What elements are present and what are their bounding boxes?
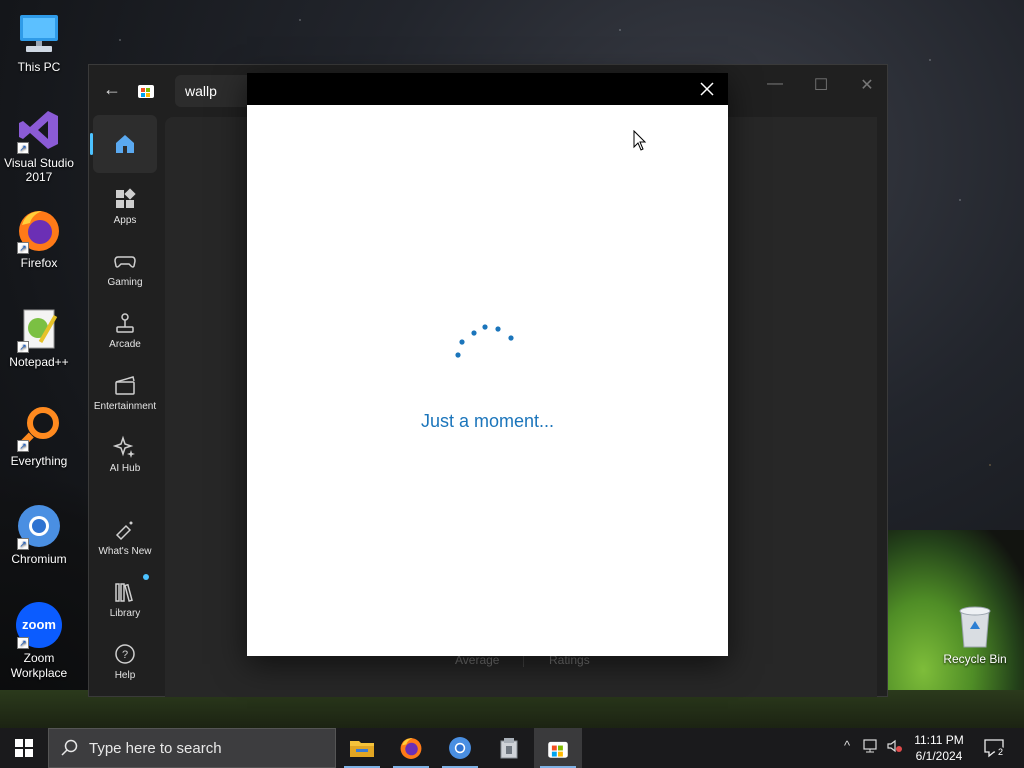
shortcut-arrow-icon: ↗	[17, 440, 29, 452]
mouse-cursor-icon	[633, 130, 647, 151]
nav-gaming[interactable]: Gaming	[93, 239, 157, 297]
start-button[interactable]	[0, 728, 48, 768]
desktop-icon-label: Recycle Bin	[943, 652, 1007, 666]
volume-muted-icon[interactable]	[885, 738, 905, 758]
clapperboard-icon	[115, 376, 135, 395]
microsoft-store-logo-icon	[138, 85, 154, 98]
maximize-button[interactable]: ☐	[809, 75, 833, 95]
shortcut-arrow-icon: ↗	[17, 341, 29, 353]
sparkle-icon	[113, 435, 135, 458]
nav-help[interactable]: ? Help	[93, 632, 157, 690]
notepad-plus-plus-icon: ↗	[15, 305, 63, 353]
firefox-icon	[400, 738, 422, 759]
system-clock[interactable]: 11:11 PM 6/1/2024	[906, 732, 972, 764]
taskbar-chromium[interactable]	[436, 728, 484, 768]
svg-text:?: ?	[122, 649, 128, 661]
desktop-icon-chromium[interactable]: ↗ Chromium	[0, 502, 78, 566]
network-icon[interactable]	[861, 738, 881, 758]
nav-label: Library	[109, 608, 141, 619]
desktop-icon-zoom[interactable]: zoom ↗ Zoom Workplace	[0, 601, 78, 681]
desktop-icon-label: Firefox	[20, 256, 58, 270]
loading-spinner-icon	[455, 324, 514, 358]
search-icon	[61, 739, 78, 756]
shortcut-arrow-icon: ↗	[17, 242, 29, 254]
desktop-icon-label: Zoom Workplace	[10, 651, 68, 680]
taskbar: Type here to search ^ 11:11 PM 6/1/2024 …	[0, 728, 1024, 768]
shortcut-arrow-icon: ↗	[17, 142, 29, 154]
desktop-icon-notepad-plus-plus[interactable]: ↗ Notepad++	[0, 305, 78, 369]
taskbar-microsoft-store[interactable]	[534, 728, 582, 768]
desktop-icon-label: Chromium	[11, 552, 67, 566]
taskbar-file-explorer[interactable]	[338, 728, 386, 768]
nav-label: AI Hub	[109, 463, 141, 474]
chevron-up-icon[interactable]: ^	[837, 738, 857, 758]
nav-ai-hub[interactable]: AI Hub	[93, 425, 157, 483]
file-explorer-icon	[350, 741, 374, 757]
search-placeholder: Type here to search	[89, 740, 222, 757]
zoom-icon: zoom ↗	[15, 601, 63, 649]
back-arrow-icon[interactable]: ←	[103, 79, 123, 99]
package-icon	[500, 738, 518, 759]
desktop-icon-recycle-bin[interactable]: Recycle Bin	[936, 602, 1014, 666]
recycle-bin-icon	[951, 602, 999, 650]
taskbar-search-box[interactable]: Type here to search	[48, 728, 336, 768]
desktop-icon-label: Notepad++	[9, 355, 69, 369]
taskbar-firefox[interactable]	[387, 728, 435, 768]
clock-time: 11:11 PM	[914, 733, 964, 747]
nav-label: Arcade	[109, 339, 141, 350]
visual-studio-icon: ↗	[15, 106, 63, 154]
chromium-icon	[449, 737, 471, 759]
nav-label: Help	[114, 670, 136, 681]
nav-whats-new[interactable]: What's New	[93, 508, 157, 566]
apps-icon	[116, 188, 136, 208]
nav-home[interactable]	[90, 115, 157, 173]
taskbar-package-app[interactable]	[485, 728, 533, 768]
clock-date: 6/1/2024	[915, 749, 963, 763]
library-update-badge	[143, 574, 149, 580]
home-icon	[116, 135, 134, 153]
nav-entertainment[interactable]: Entertainment	[93, 363, 157, 421]
nav-apps[interactable]: Apps	[93, 177, 157, 235]
joystick-icon	[116, 313, 134, 333]
megaphone-icon	[115, 521, 133, 541]
nav-label: Gaming	[107, 277, 143, 288]
desktop-icon-everything[interactable]: ↗ Everything	[0, 404, 78, 468]
library-icon	[115, 583, 133, 602]
desktop-icon-visual-studio[interactable]: ↗ Visual Studio 2017	[0, 106, 78, 184]
firefox-icon: ↗	[15, 206, 63, 254]
close-icon[interactable]	[698, 80, 716, 98]
minimize-button[interactable]: —	[763, 75, 787, 95]
nav-label: What's New	[98, 546, 152, 557]
shortcut-arrow-icon: ↗	[17, 637, 29, 649]
desktop-icon-this-pc[interactable]: This PC	[0, 10, 78, 74]
desktop-icon-label: This PC	[17, 60, 61, 74]
microsoft-store-icon	[548, 741, 568, 758]
desktop-icon-label: Visual Studio 2017	[4, 156, 74, 184]
nav-arcade[interactable]: Arcade	[93, 301, 157, 359]
computer-icon	[15, 10, 63, 58]
notification-count-badge: 2	[995, 747, 1006, 758]
nav-library[interactable]: Library	[93, 570, 157, 628]
desktop-icon-label: Everything	[10, 454, 68, 468]
close-window-button[interactable]: ✕	[855, 75, 879, 95]
store-nav-sidebar: Apps Gaming Arcade Entertainment AI Hub …	[89, 115, 163, 698]
help-icon: ?	[115, 644, 135, 664]
notification-center-button[interactable]: 2	[982, 736, 1006, 760]
loading-message: Just a moment...	[420, 411, 555, 431]
chromium-icon: ↗	[15, 502, 63, 550]
windows-logo-icon	[15, 739, 33, 757]
dialog-header	[247, 73, 728, 105]
loading-dialog: Just a moment...	[247, 73, 728, 656]
desktop-icon-firefox[interactable]: ↗ Firefox	[0, 206, 78, 270]
gamepad-icon	[114, 256, 136, 268]
nav-label: Apps	[113, 215, 137, 226]
everything-search-icon: ↗	[15, 404, 63, 452]
shortcut-arrow-icon: ↗	[17, 538, 29, 550]
nav-label: Entertainment	[93, 401, 157, 412]
